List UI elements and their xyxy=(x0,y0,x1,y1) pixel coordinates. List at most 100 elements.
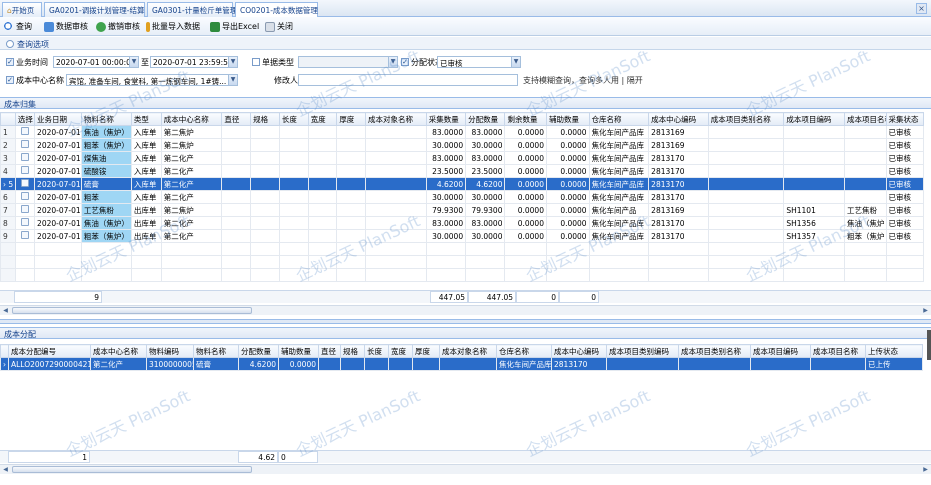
doc-type-checkbox[interactable]: 单据类型 xyxy=(252,56,294,68)
row-checkbox[interactable] xyxy=(20,153,29,161)
table-row[interactable]: 2 2020-07-01 粗苯（焦炉） 入库单 第二焦炉 30.0000 30.0000 0.… xyxy=(0,138,925,152)
column-header[interactable]: 成本项目类别名称 xyxy=(707,112,785,126)
column-header[interactable]: 仓库名称 xyxy=(496,344,552,358)
row-select-cell[interactable] xyxy=(14,203,36,217)
row-select-cell[interactable] xyxy=(14,164,36,178)
chevron-down-icon[interactable]: ▼ xyxy=(511,57,520,67)
column-header[interactable]: 选择 xyxy=(14,112,36,126)
calendar-dropdown-icon[interactable]: ▼ xyxy=(228,57,237,67)
scroll-right-icon[interactable]: ▶ xyxy=(921,465,930,474)
row-select-cell[interactable] xyxy=(14,138,36,152)
calendar-dropdown-icon[interactable]: ▼ xyxy=(129,57,138,67)
chevron-down-icon[interactable]: ▼ xyxy=(228,75,237,85)
date-from-field[interactable]: 2020-07-01 00:00:00 ▼ xyxy=(53,56,139,68)
scroll-right-icon[interactable]: ▶ xyxy=(921,306,930,315)
column-header[interactable]: 规格 xyxy=(250,112,280,126)
column-header[interactable]: 直径 xyxy=(221,112,252,126)
query-button[interactable]: 查询 xyxy=(4,20,32,33)
export-excel-button[interactable]: 导出Excel xyxy=(210,20,259,33)
row-select-cell[interactable] xyxy=(14,151,36,165)
doc-type-select[interactable]: ▼ xyxy=(298,56,398,68)
tab-ga0301[interactable]: GA0301-计量检斤单管理 xyxy=(147,2,237,17)
data-review-button[interactable]: 数据审核 xyxy=(44,20,88,33)
column-header[interactable]: 业务日期 xyxy=(34,112,82,126)
close-all-tabs-icon[interactable]: × xyxy=(916,3,927,14)
cancel-review-button[interactable]: 撤销审核 xyxy=(96,20,140,33)
column-header[interactable]: 成本项目类别编码 xyxy=(606,344,679,358)
column-header[interactable]: 成本中心编码 xyxy=(648,112,709,126)
table-row[interactable]: 3 2020-07-01 煤焦油 入库单 第二化产 83.0000 83.0000 0.000… xyxy=(0,151,925,165)
scroll-left-icon[interactable]: ◀ xyxy=(1,465,10,474)
column-header[interactable]: 成本项目名称 xyxy=(810,344,866,358)
row-select-cell[interactable] xyxy=(14,216,36,230)
row-select-cell[interactable] xyxy=(14,125,36,139)
table-row[interactable]: 9 2020-07-01 粗苯（焦炉） 出库单 第二化产 30.0000 30.0000 0.… xyxy=(0,229,925,243)
column-header[interactable]: 直径 xyxy=(318,344,341,358)
row-checkbox[interactable] xyxy=(20,205,29,213)
column-header[interactable]: 规格 xyxy=(340,344,365,358)
column-header[interactable]: 厚度 xyxy=(336,112,367,126)
column-header[interactable]: 成本中心名称 xyxy=(160,112,223,126)
chevron-down-icon[interactable]: ▼ xyxy=(388,57,397,67)
column-header[interactable]: 长度 xyxy=(364,344,389,358)
column-header[interactable]: 宽度 xyxy=(307,112,338,126)
row-checkbox[interactable] xyxy=(20,140,29,148)
column-header[interactable]: 成本项目编码 xyxy=(750,344,811,358)
column-header[interactable]: 成本项目名称 xyxy=(844,112,887,126)
column-header[interactable]: 辅助数量 xyxy=(278,344,319,358)
row-select-cell[interactable] xyxy=(14,177,36,191)
column-header[interactable]: 仓库名称 xyxy=(588,112,650,126)
side-drag-handle[interactable] xyxy=(927,330,931,360)
scroll-thumb[interactable] xyxy=(12,466,252,473)
table-row[interactable]: 8 2020-07-01 焦油（焦炉） 出库单 第二化产 83.0000 83.0000 0.… xyxy=(0,216,925,230)
tab-home[interactable]: ⌂开始页 xyxy=(2,2,42,17)
row-checkbox[interactable] xyxy=(20,179,29,187)
column-header[interactable]: 采集数量 xyxy=(425,112,467,126)
date-to-field[interactable]: 2020-07-01 23:59:59 ▼ xyxy=(150,56,238,68)
column-header[interactable]: 成本分配编号 xyxy=(8,344,91,358)
row-checkbox[interactable] xyxy=(20,218,29,226)
tab-co0201[interactable]: CO0201-成本数据管理 xyxy=(235,2,318,18)
column-header[interactable]: 成本中心名称 xyxy=(90,344,147,358)
scroll-thumb[interactable] xyxy=(12,307,252,314)
column-header[interactable]: 采集状态 xyxy=(885,112,925,126)
column-header[interactable]: 成本对象名称 xyxy=(365,112,427,126)
query-section-header[interactable]: 查询选项 xyxy=(0,37,931,50)
table-row[interactable]: 6 2020-07-01 粗苯 入库单 第二化产 30.0000 30.0000 0.0000… xyxy=(0,190,925,204)
table-row[interactable]: 4 2020-07-01 硫酸铵 入库单 第二化产 23.5000 23.5000 0.000… xyxy=(0,164,925,178)
row-checkbox[interactable] xyxy=(20,127,29,135)
alloc-status-select[interactable]: 已审核 ▼ xyxy=(437,56,521,68)
column-header[interactable]: 分配数量 xyxy=(238,344,279,358)
column-header[interactable]: 类型 xyxy=(130,112,162,126)
column-header[interactable]: 长度 xyxy=(278,112,309,126)
column-header[interactable]: 物料编码 xyxy=(146,344,194,358)
column-header[interactable]: 分配数量 xyxy=(465,112,506,126)
collapse-icon[interactable] xyxy=(6,40,14,48)
column-header[interactable]: 辅助数量 xyxy=(545,112,590,126)
row-select-cell[interactable] xyxy=(14,229,36,243)
column-header[interactable] xyxy=(0,344,9,358)
column-header[interactable]: 成本项目类别名称 xyxy=(678,344,751,358)
column-header[interactable]: 物料名称 xyxy=(80,112,132,126)
column-header[interactable]: 物料名称 xyxy=(193,344,239,358)
alloc-hscrollbar[interactable]: ◀ ▶ xyxy=(0,464,931,474)
column-header[interactable]: 宽度 xyxy=(388,344,413,358)
collect-hscrollbar[interactable]: ◀ ▶ xyxy=(0,305,931,315)
cost-center-field[interactable]: 宾馆, 准备车间, 食堂科, 第一炼钢车间, 1#铸... ▼ xyxy=(66,74,238,86)
biz-time-checkbox[interactable]: 业务时间 xyxy=(6,56,48,68)
row-checkbox[interactable] xyxy=(20,192,29,200)
table-row[interactable]: › 5 2020-07-01 硫膏 入库单 第二化产 4.6200 4.6200 0.0000… xyxy=(0,177,925,191)
table-row[interactable]: 7 2020-07-01 工艺焦粉 出库单 第二焦炉 79.9300 79.9300 0.00… xyxy=(0,203,925,217)
panel-splitter[interactable] xyxy=(0,319,931,324)
batch-import-button[interactable]: 批量导入数据 xyxy=(146,20,200,33)
scroll-left-icon[interactable]: ◀ xyxy=(1,306,10,315)
column-header[interactable]: 成本项目编码 xyxy=(783,112,846,126)
column-header[interactable]: 成本对象名称 xyxy=(439,344,497,358)
column-header[interactable] xyxy=(0,112,16,126)
column-header[interactable]: 厚度 xyxy=(412,344,440,358)
cost-center-checkbox[interactable]: 成本中心名称 xyxy=(6,74,64,86)
column-header[interactable]: 上传状态 xyxy=(865,344,923,358)
column-header[interactable]: 剩余数量 xyxy=(504,112,547,126)
table-row[interactable]: › ALLO20072900004210 第二化产 3100000005 硫膏 4.620… xyxy=(0,357,923,371)
table-row[interactable]: 1 2020-07-01 焦油（焦炉） 入库单 第二焦炉 83.0000 83.0000 0.… xyxy=(0,125,925,139)
